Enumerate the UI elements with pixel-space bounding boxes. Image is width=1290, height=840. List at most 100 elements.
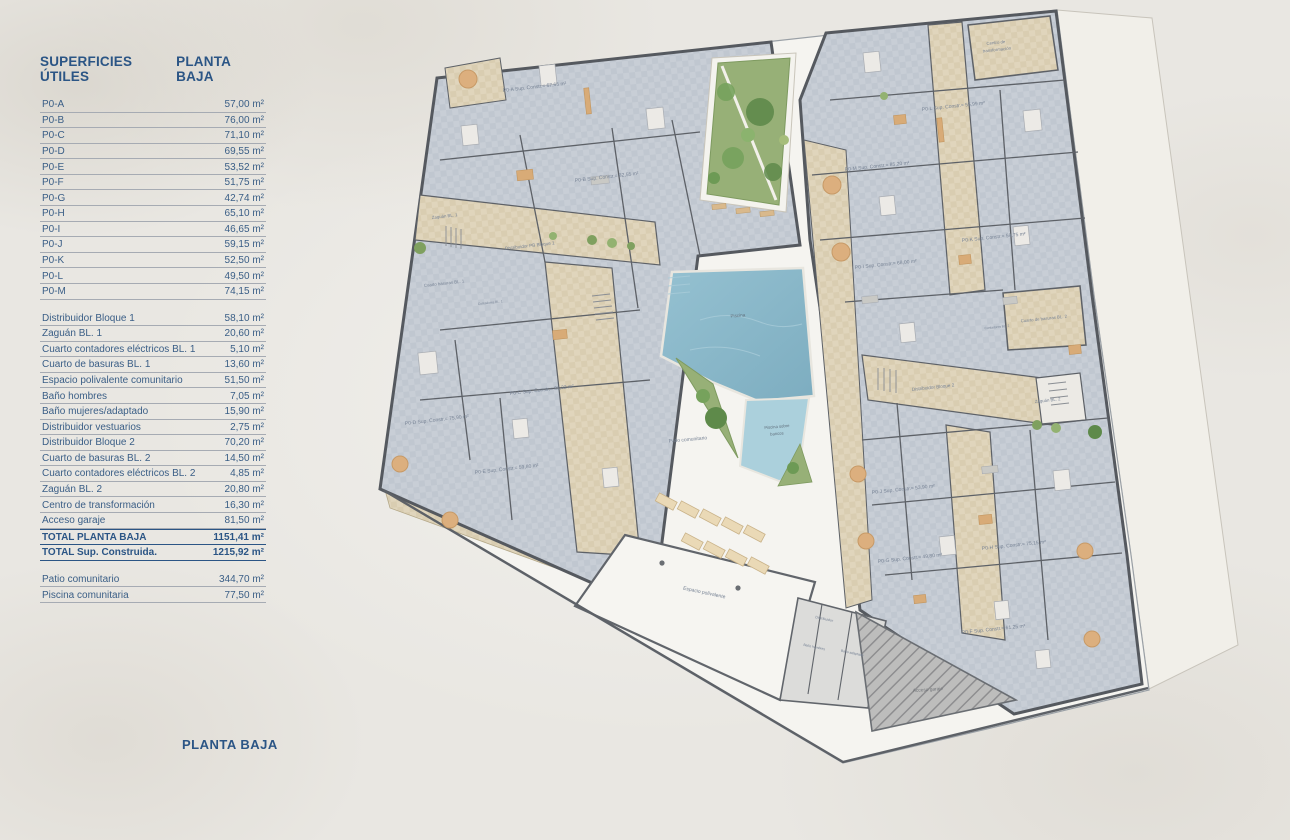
row-value: 42,74 m² bbox=[225, 193, 264, 204]
row-label: Baño hombres bbox=[42, 391, 107, 402]
table-row: P0-J59,15 m² bbox=[40, 237, 266, 253]
table-row: P0-G 42,74 m² bbox=[40, 190, 266, 206]
row-value: 65,10 m² bbox=[225, 208, 264, 219]
row-label: Zaguán BL. 1 bbox=[42, 328, 102, 339]
row-label: Distribuidor Bloque 2 bbox=[42, 437, 135, 448]
row-value: 1151,41 m² bbox=[213, 532, 264, 543]
table-row: Cuarto de basuras BL. 2 14,50 m² bbox=[40, 451, 266, 467]
table-row: Distribuidor Bloque 158,10 m² bbox=[40, 311, 266, 327]
row-label: Cuarto de basuras BL. 2 bbox=[42, 453, 150, 464]
table-row: P0-L 49,50 m² bbox=[40, 268, 266, 284]
row-value: 20,80 m² bbox=[225, 484, 264, 495]
legend-floor: PLANTA BAJA bbox=[176, 54, 266, 84]
row-label: Piscina comunitaria bbox=[42, 590, 129, 601]
row-label: Distribuidor vestuarios bbox=[42, 422, 141, 433]
row-label: P0-J bbox=[42, 239, 63, 250]
row-label: Centro de transformación bbox=[42, 500, 155, 511]
table-row: P0-C 71,10 m² bbox=[40, 128, 266, 144]
row-label: P0-G bbox=[42, 193, 65, 204]
legend-header: SUPERFICIES ÚTILES PLANTA BAJA bbox=[40, 54, 266, 84]
row-label: Cuarto contadores eléctricos BL. 1 bbox=[42, 344, 195, 355]
apartment-rows: P0-A 57,00 m² P0-B 76,00 m² P0-C 71,10 m² P… bbox=[40, 97, 266, 300]
row-label: TOTAL PLANTA BAJA bbox=[42, 532, 146, 543]
table-row: P0-E 53,52 m² bbox=[40, 159, 266, 175]
table-row: P0-H 65,10 m² bbox=[40, 206, 266, 222]
row-label: P0-L bbox=[42, 271, 63, 282]
row-value: 71,10 m² bbox=[225, 130, 264, 141]
row-value: 57,00 m² bbox=[225, 99, 264, 110]
row-value: 70,20 m² bbox=[225, 437, 264, 448]
table-row: P0-A 57,00 m² bbox=[40, 97, 266, 113]
row-value: 51,75 m² bbox=[225, 177, 264, 188]
row-value: 20,60 m² bbox=[225, 328, 264, 339]
table-row: Baño hombres 7,05 m² bbox=[40, 388, 266, 404]
table-row: Zaguán BL. 2 20,80 m² bbox=[40, 482, 266, 498]
total-row-planta-baja: TOTAL PLANTA BAJA 1151,41 m² bbox=[40, 529, 266, 546]
row-label: Baño mujeres/adaptado bbox=[42, 406, 148, 417]
row-label: P0-B bbox=[42, 115, 64, 126]
row-value: 14,50 m² bbox=[225, 453, 264, 464]
table-row: P0-D 69,55 m² bbox=[40, 144, 266, 160]
row-value: 13,60 m² bbox=[225, 359, 264, 370]
row-value: 77,50 m² bbox=[225, 590, 264, 601]
table-row: Cuarto de basuras BL. 1 13,60 m² bbox=[40, 357, 266, 373]
row-value: 2,75 m² bbox=[230, 422, 264, 433]
row-label: P0-K bbox=[42, 255, 64, 266]
table-row: Espacio polivalente comunitario 51,50 m² bbox=[40, 373, 266, 389]
row-value: 51,50 m² bbox=[225, 375, 264, 386]
row-value: 7,05 m² bbox=[230, 391, 264, 402]
total-rows: TOTAL PLANTA BAJA 1151,41 m² TOTAL Sup. C… bbox=[40, 529, 266, 561]
table-row: P0-M 74,15 m² bbox=[40, 284, 266, 300]
row-label: Patio comunitario bbox=[42, 574, 119, 585]
legend-title: SUPERFICIES ÚTILES bbox=[40, 54, 176, 84]
table-row: P0-I 46,65 m² bbox=[40, 222, 266, 238]
row-value: 81,50 m² bbox=[225, 515, 264, 526]
row-value: 344,70 m² bbox=[219, 574, 264, 585]
row-value: 74,15 m² bbox=[225, 286, 264, 297]
table-row: Piscina comunitaria 77,50 m² bbox=[40, 587, 266, 603]
row-value: 76,00 m² bbox=[225, 115, 264, 126]
row-label: Acceso garaje bbox=[42, 515, 105, 526]
row-value: 1215,92 m² bbox=[213, 547, 264, 558]
row-label: P0-C bbox=[42, 130, 65, 141]
row-value: 53,52 m² bbox=[225, 162, 264, 173]
row-label: Cuarto contadores eléctricos BL. 2 bbox=[42, 468, 195, 479]
table-row: Distribuidor Bloque 2 70,20 m² bbox=[40, 435, 266, 451]
row-label: P0-M bbox=[42, 286, 66, 297]
exterior-rows: Patio comunitario 344,70 m² Piscina comun… bbox=[40, 572, 266, 603]
row-label: Espacio polivalente comunitario bbox=[42, 375, 183, 386]
table-row: Acceso garaje 81,50 m² bbox=[40, 513, 266, 529]
common-area-rows: Distribuidor Bloque 158,10 m² Zaguán BL.… bbox=[40, 311, 266, 529]
table-row: Centro de transformación 16,30 m² bbox=[40, 497, 266, 513]
row-label: P0-D bbox=[42, 146, 65, 157]
table-row: P0-K 52,50 m² bbox=[40, 253, 266, 269]
table-row: P0-B 76,00 m² bbox=[40, 113, 266, 129]
garden-triangle bbox=[700, 53, 796, 217]
table-row: Cuarto contadores eléctricos BL. 1 5,10 m… bbox=[40, 342, 266, 358]
row-label: P0-I bbox=[42, 224, 60, 235]
table-row: P0-F 51,75 m² bbox=[40, 175, 266, 191]
row-label: P0-E bbox=[42, 162, 64, 173]
row-value: 46,65 m² bbox=[225, 224, 264, 235]
table-row: Patio comunitario 344,70 m² bbox=[40, 572, 266, 588]
row-value: 4,85 m² bbox=[230, 468, 264, 479]
row-value: 15,90 m² bbox=[225, 406, 264, 417]
row-value: 69,55 m² bbox=[225, 146, 264, 157]
row-value: 5,10 m² bbox=[230, 344, 264, 355]
row-label: P0-A bbox=[42, 99, 64, 110]
table-row: Zaguán BL. 1 20,60 m² bbox=[40, 326, 266, 342]
table-row: Distribuidor vestuarios 2,75 m² bbox=[40, 420, 266, 436]
table-row: Baño mujeres/adaptado 15,90 m² bbox=[40, 404, 266, 420]
row-label: TOTAL Sup. Construida. bbox=[42, 547, 157, 558]
row-value: 49,50 m² bbox=[225, 271, 264, 282]
total-row-construida: TOTAL Sup. Construida. 1215,92 m² bbox=[40, 545, 266, 561]
row-value: 52,50 m² bbox=[225, 255, 264, 266]
row-label: Cuarto de basuras BL. 1 bbox=[42, 359, 150, 370]
row-value: 16,30 m² bbox=[225, 500, 264, 511]
row-label: Distribuidor Bloque 1 bbox=[42, 313, 135, 324]
surface-legend: SUPERFICIES ÚTILES PLANTA BAJA P0-A 57,00… bbox=[40, 54, 266, 603]
row-label: Zaguán BL. 2 bbox=[42, 484, 102, 495]
plan-title: PLANTA BAJA bbox=[182, 737, 278, 752]
row-label: P0-H bbox=[42, 208, 65, 219]
row-label: P0-F bbox=[42, 177, 64, 188]
